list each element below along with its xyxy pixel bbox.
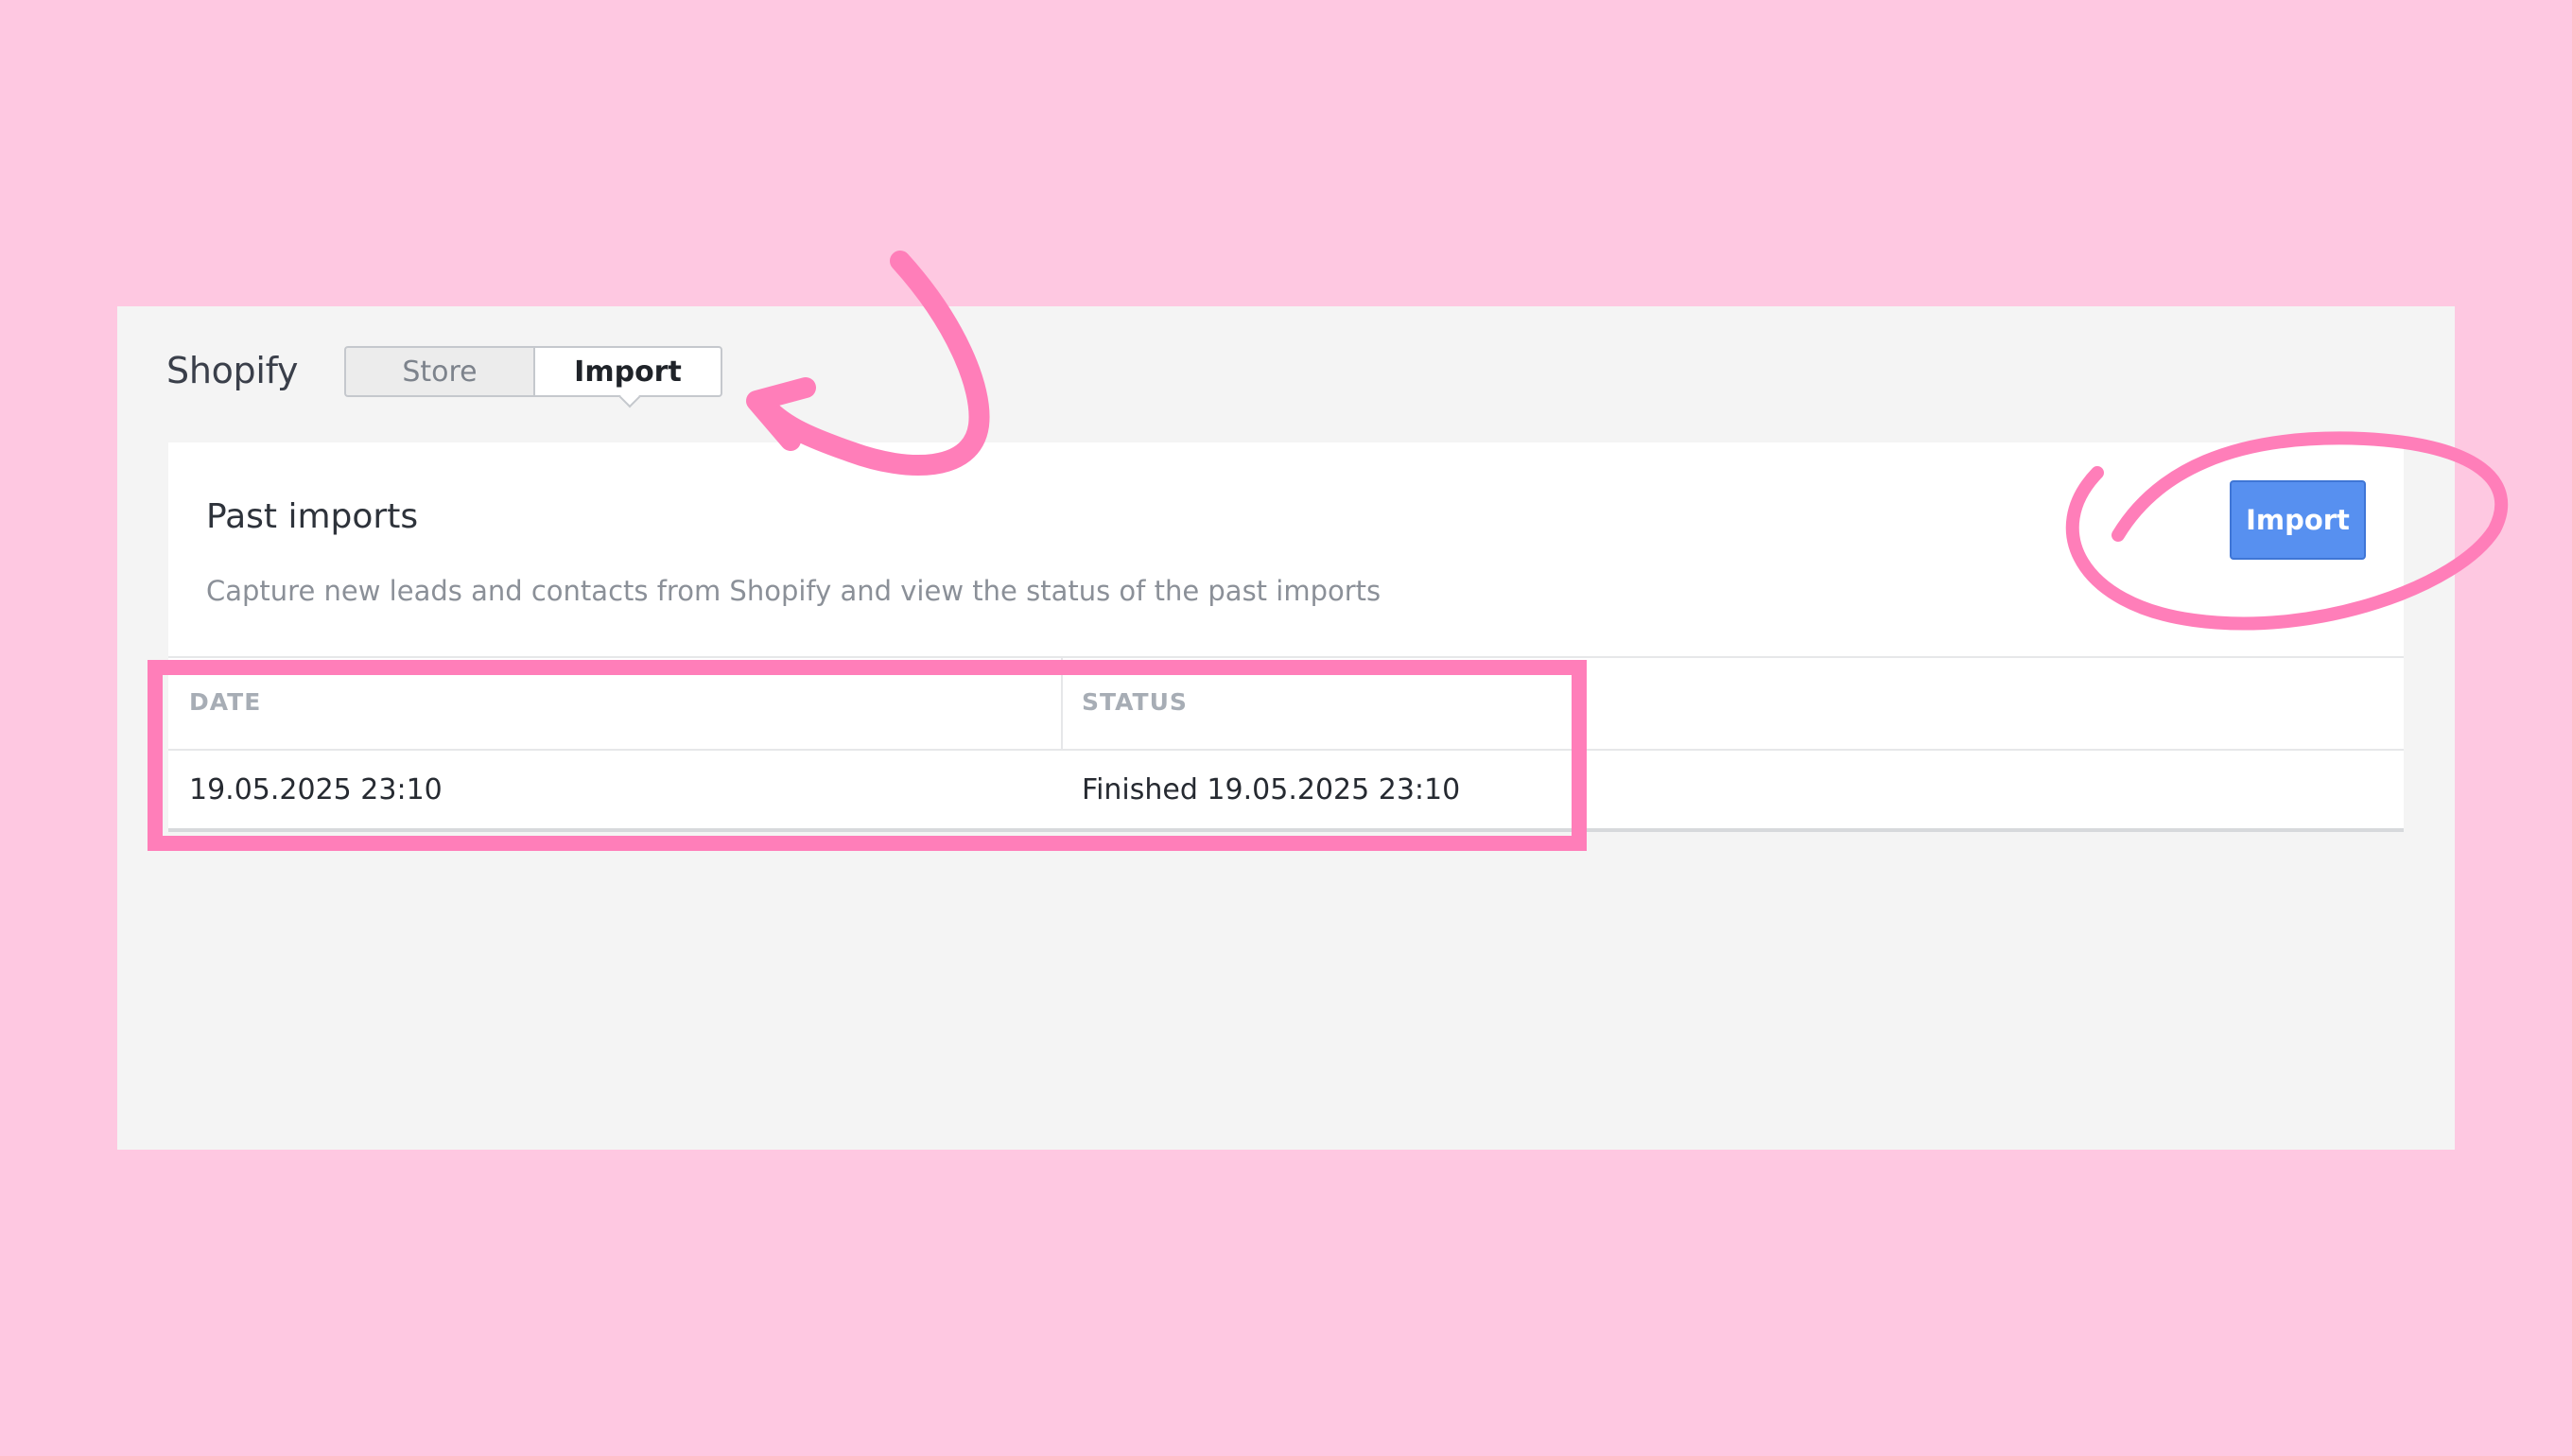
cell-status: Finished 19.05.2025 23:10 [1082, 773, 1461, 806]
card-description: Capture new leads and contacts from Shop… [206, 575, 1382, 607]
card-title: Past imports [206, 497, 419, 536]
column-header-status: STATUS [1082, 688, 1188, 716]
integration-panel: Shopify Store Import Past imports Captur… [117, 306, 2455, 1150]
tab-store[interactable]: Store [344, 346, 533, 397]
tab-group: Store Import [344, 346, 722, 408]
page-title: Shopify [166, 350, 299, 391]
column-divider [1061, 658, 1063, 749]
cell-date: 19.05.2025 23:10 [189, 773, 443, 806]
tab-import-label: Import [574, 355, 682, 389]
table-row[interactable]: 19.05.2025 23:10 Finished 19.05.2025 23:… [168, 751, 2404, 832]
table-header: DATE STATUS [168, 658, 2404, 751]
import-button[interactable]: Import [2230, 480, 2366, 560]
active-tab-caret [618, 386, 641, 408]
tab-import[interactable]: Import [533, 346, 722, 408]
column-header-date: DATE [189, 688, 262, 716]
past-imports-card: Past imports Capture new leads and conta… [168, 442, 2404, 832]
imports-table: DATE STATUS 19.05.2025 23:10 Finished 19… [168, 656, 2404, 832]
